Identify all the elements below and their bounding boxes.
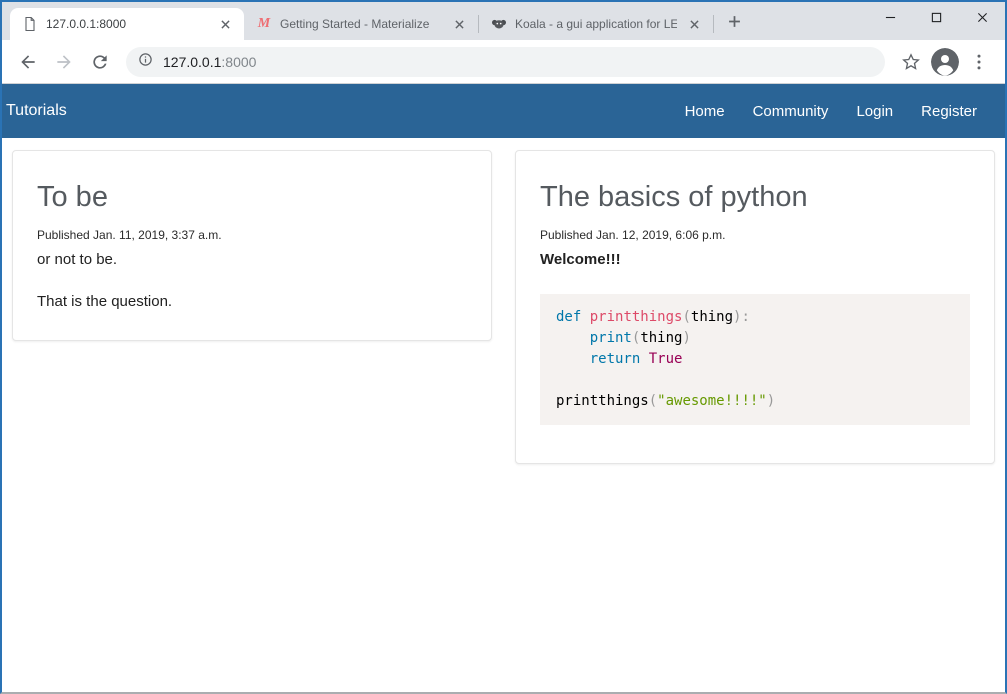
published-date: Published Jan. 12, 2019, 6:06 p.m. [540,228,970,242]
maximize-button[interactable] [913,2,959,32]
post-paragraph: or not to be. [37,249,467,270]
web-page: Tutorials Home Community Login Register … [2,84,1005,692]
back-icon[interactable] [12,46,44,78]
post-title: To be [37,181,467,214]
url-text: 127.0.0.1:8000 [163,54,256,70]
materialize-icon: M [256,16,272,32]
browser-window: 127.0.0.1:8000 M Getting Started - Mater… [0,0,1007,694]
profile-avatar[interactable] [931,48,959,76]
post-body: Welcome!!! def printthings(thing): print… [540,249,970,425]
tab-separator [713,15,714,33]
document-icon [22,16,38,32]
tab-materialize[interactable]: M Getting Started - Materialize [244,8,478,40]
post-card-python-basics: The basics of python Published Jan. 12, … [515,150,995,464]
posts-row: To be Published Jan. 11, 2019, 3:37 a.m.… [12,150,995,464]
address-bar[interactable]: 127.0.0.1:8000 [126,47,885,77]
post-body: or not to be. That is the question. [37,249,467,312]
close-button[interactable] [959,2,1005,32]
nav-link-login[interactable]: Login [842,103,907,120]
tab-koala[interactable]: Koala - a gui application for LESS [479,8,713,40]
brand-link[interactable]: Tutorials [2,102,67,120]
post-title: The basics of python [540,181,970,214]
code-block: def printthings(thing): print(thing) ret… [540,294,970,425]
post-paragraph: That is the question. [37,291,467,312]
tabs: 127.0.0.1:8000 M Getting Started - Mater… [2,2,867,40]
tab-close-icon[interactable] [450,15,468,33]
post-lead: Welcome!!! [540,249,970,270]
menu-dots-icon[interactable] [963,46,995,78]
site-navbar: Tutorials Home Community Login Register [2,84,1005,138]
published-date: Published Jan. 11, 2019, 3:37 a.m. [37,228,467,242]
bookmark-star-icon[interactable] [895,46,927,78]
nav-links: Home Community Login Register [671,103,1005,120]
minimize-button[interactable] [867,2,913,32]
tab-close-icon[interactable] [685,15,703,33]
window-controls [867,2,1005,32]
tab-close-icon[interactable] [216,15,234,33]
tab-title: Getting Started - Materialize [280,17,442,31]
browser-toolbar: 127.0.0.1:8000 [2,40,1005,84]
post-card-to-be: To be Published Jan. 11, 2019, 3:37 a.m.… [12,150,492,341]
page-info-icon[interactable] [138,52,153,72]
tab-localhost[interactable]: 127.0.0.1:8000 [10,8,244,40]
reload-icon[interactable] [84,46,116,78]
nav-link-community[interactable]: Community [739,103,843,120]
url-port: :8000 [221,54,256,70]
url-host: 127.0.0.1 [163,54,221,70]
forward-icon [48,46,80,78]
tab-title: Koala - a gui application for LESS [515,17,677,31]
nav-link-home[interactable]: Home [671,103,739,120]
tab-title: 127.0.0.1:8000 [46,17,208,31]
koala-icon [491,16,507,32]
new-tab-button[interactable] [720,7,748,35]
tab-strip: 127.0.0.1:8000 M Getting Started - Mater… [2,2,1005,40]
nav-link-register[interactable]: Register [907,103,991,120]
